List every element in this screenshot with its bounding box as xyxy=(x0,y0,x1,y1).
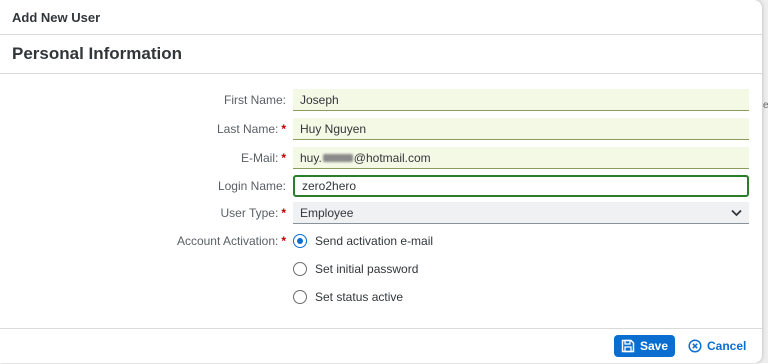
required-marker: * xyxy=(281,234,286,248)
email-value-prefix: huy. xyxy=(300,150,322,165)
dialog-title: Add New User xyxy=(0,0,762,35)
first-name-row: First Name: Joseph xyxy=(0,88,762,112)
radio-send-activation-email[interactable]: Send activation e-mail xyxy=(293,234,433,248)
last-name-row: Last Name: * Huy Nguyen xyxy=(0,117,762,141)
background-page-fragment: e xyxy=(763,100,768,111)
account-activation-label: Account Activation: * xyxy=(176,234,286,248)
first-name-input[interactable]: Joseph xyxy=(293,89,749,111)
section-title: Personal Information xyxy=(0,35,762,74)
user-type-value: Employee xyxy=(300,205,354,220)
required-marker: * xyxy=(281,122,286,136)
user-type-label: User Type: * xyxy=(220,206,286,220)
email-label: E-Mail: * xyxy=(240,151,286,165)
chevron-down-icon xyxy=(731,206,742,220)
cancel-button[interactable]: Cancel xyxy=(688,335,746,357)
email-row: E-Mail: * huy. @hotmail.com xyxy=(0,146,762,170)
account-activation-row: Account Activation: * Send activation e-m… xyxy=(0,229,762,253)
save-icon xyxy=(621,339,635,353)
redacted-text xyxy=(322,153,353,162)
user-type-select[interactable]: Employee xyxy=(293,202,749,224)
radio-set-status-active[interactable]: Set status active xyxy=(293,290,403,304)
save-button[interactable]: Save xyxy=(614,335,676,357)
login-name-label: Login Name: xyxy=(217,179,286,193)
login-name-input[interactable]: zero2hero xyxy=(293,175,749,197)
email-input[interactable]: huy. @hotmail.com xyxy=(293,147,749,169)
required-marker: * xyxy=(281,206,286,220)
last-name-label: Last Name: * xyxy=(216,122,286,136)
last-name-input[interactable]: Huy Nguyen xyxy=(293,118,749,140)
close-circle-icon xyxy=(688,339,702,353)
user-type-row: User Type: * Employee xyxy=(0,201,762,225)
login-name-row: Login Name: zero2hero xyxy=(0,174,762,198)
account-activation-option-row: Set status active xyxy=(0,285,762,309)
dialog-footer: Save Cancel xyxy=(0,328,762,364)
first-name-label: First Name: xyxy=(223,93,286,107)
radio-unselected-icon[interactable] xyxy=(293,262,307,276)
account-activation-option-row: Set initial password xyxy=(0,257,762,281)
required-marker: * xyxy=(281,151,286,165)
radio-selected-icon[interactable] xyxy=(293,234,307,248)
add-user-dialog: Add New User Personal Information First … xyxy=(0,0,762,363)
radio-set-initial-password[interactable]: Set initial password xyxy=(293,262,418,276)
radio-unselected-icon[interactable] xyxy=(293,290,307,304)
email-value-suffix: @hotmail.com xyxy=(353,150,431,165)
